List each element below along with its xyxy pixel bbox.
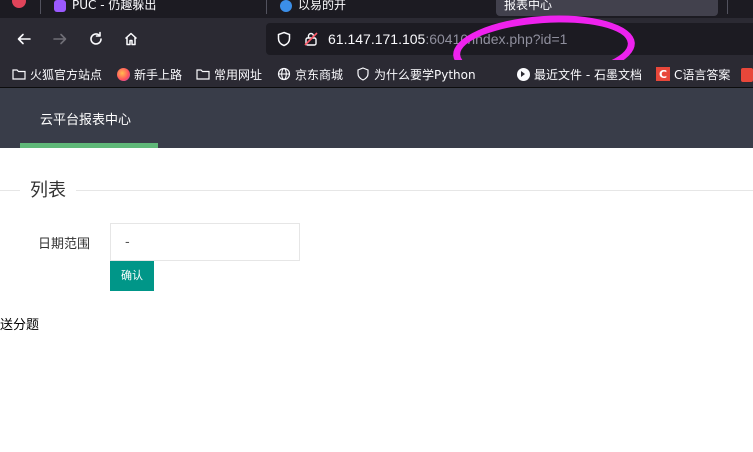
site-favicon-icon [280, 0, 292, 12]
reload-icon [90, 31, 102, 45]
bookmark-jd[interactable]: 京东商城 [277, 65, 343, 83]
globe-icon [277, 67, 291, 81]
nav-item-label: 云平台报表中心 [40, 113, 132, 128]
page-header: 云平台报表中心 [0, 88, 753, 148]
bookmark-common-sites[interactable]: 常用网址 [196, 65, 262, 83]
hint-text: 送分题 [0, 318, 40, 333]
bookmark-shimo[interactable]: 最近文件 - 石墨文档 [516, 65, 642, 83]
date-range-label: 日期范围 [38, 237, 91, 252]
home-button[interactable] [119, 27, 143, 51]
bookmark-firefox-site[interactable]: 火狐官方站点 [12, 65, 102, 83]
tab-1-label: PUC - 仍趣躲出 [72, 0, 157, 12]
bookmark-label: 火狐官方站点 [30, 67, 103, 82]
folder-icon [196, 67, 210, 81]
address-bar[interactable]: 61.147.171.105:60410/index.php?id=1 [266, 23, 753, 55]
reload-button[interactable] [84, 27, 108, 51]
browser-tab-strip: PUC - 仍趣躲出 以易的开 报表中心 [0, 0, 753, 18]
bookmarks-bar: 火狐官方站点 新手上路 常用网址 京东商城 为什么要学Python 最近文件 -… [0, 60, 753, 88]
home-icon [124, 32, 138, 46]
shield-icon [356, 67, 370, 81]
bookmark-getting-started[interactable]: 新手上路 [116, 65, 182, 83]
arrow-right-icon [53, 33, 67, 45]
c-icon: C [656, 67, 670, 81]
firefox-icon [116, 67, 130, 81]
tab-separator [40, 0, 41, 14]
forward-button[interactable] [48, 27, 72, 51]
confirm-button[interactable]: 确认 [110, 261, 154, 291]
url-path: :60410/index.php?id=1 [425, 31, 568, 47]
bookmark-label: 常用网址 [214, 67, 263, 82]
section-title: 列表 [20, 178, 76, 204]
tab-1[interactable]: PUC - 仍趣躲出 [54, 0, 244, 16]
bookmark-label: 新手上路 [134, 67, 183, 82]
shimo-icon [516, 67, 530, 81]
back-button[interactable] [12, 27, 36, 51]
bookmark-label: 京东商城 [295, 67, 344, 82]
pdf-icon[interactable] [741, 68, 753, 82]
firefox-icon[interactable] [12, 0, 26, 8]
tab-3-active[interactable]: 报表中心 [496, 0, 718, 16]
date-range-input[interactable] [110, 223, 300, 261]
bookmark-label: C语言答案 [674, 67, 731, 82]
browser-toolbar: 61.147.171.105:60410/index.php?id=1 [0, 18, 753, 60]
nav-active-indicator [20, 143, 158, 148]
url-host: 61.147.171.105 [328, 31, 426, 47]
tab-2-label: 以易的开 [298, 0, 347, 12]
folder-icon [12, 67, 26, 81]
bookmark-python[interactable]: 为什么要学Python [356, 65, 476, 83]
shield-icon[interactable] [276, 31, 292, 51]
bookmark-label: 最近文件 - 石墨文档 [534, 67, 642, 82]
site-favicon-icon [54, 0, 66, 12]
tab-separator [727, 0, 728, 14]
section-divider [0, 190, 753, 191]
tab-separator [266, 0, 267, 14]
insecure-lock-icon[interactable] [303, 31, 319, 51]
tab-3-label: 报表中心 [504, 0, 553, 12]
arrow-left-icon [17, 33, 31, 45]
tab-2[interactable]: 以易的开 [280, 0, 470, 16]
url-text[interactable]: 61.147.171.105:60410/index.php?id=1 [328, 31, 567, 47]
nav-item-report-center[interactable]: 云平台报表中心 [20, 88, 158, 148]
bookmark-c-answers[interactable]: C C语言答案 [656, 65, 730, 83]
bookmark-label: 为什么要学Python [374, 67, 476, 82]
